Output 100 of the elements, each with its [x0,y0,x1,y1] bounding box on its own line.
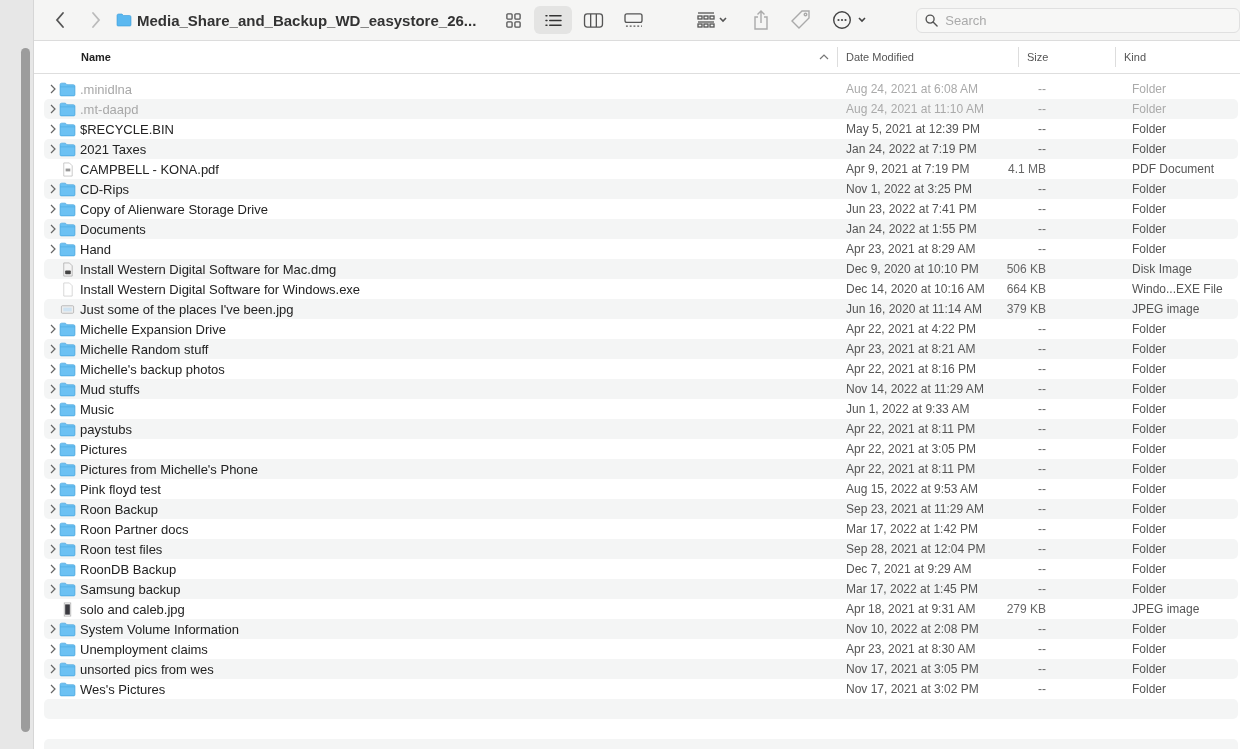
file-row[interactable]: Michelle Random stuff Apr 23, 2021 at 8:21 AM -- Folder [44,339,1238,359]
file-row[interactable]: CAMPBELL - KONA.pdf Apr 9, 2021 at 7:19 PM 4.1 MB PDF Document [44,159,1238,179]
file-size: -- [1037,542,1046,556]
file-size: -- [1037,642,1046,656]
file-kind: Folder [1132,202,1166,216]
file-row[interactable]: Michelle Expansion Drive Apr 22, 2021 at 4:22 PM -- Folder [44,319,1238,339]
file-kind: JPEG image [1132,302,1200,316]
date-modified: Apr 22, 2021 at 8:16 PM [846,362,978,376]
file-kind: Folder [1132,682,1166,696]
file-row[interactable]: Just some of the places I've been.jpg Jun 16, 2020 at 11:14 AM 379 KB JPEG image [44,299,1238,319]
file-row[interactable]: CD-Rips Nov 1, 2022 at 3:25 PM -- Folder [44,179,1238,199]
file-name: Roon Backup [80,501,159,517]
file-name: Roon Partner docs [80,521,189,537]
scrollbar-thumb[interactable] [21,48,30,732]
file-size: -- [1037,622,1046,636]
column-header[interactable]: Name [34,47,838,67]
columns-icon [582,11,604,29]
file-kind: Folder [1132,562,1166,576]
file-row[interactable]: Samsung backup Mar 17, 2022 at 1:45 PM -- Folder [44,579,1238,599]
file-name: Music [80,401,114,417]
file-row[interactable]: RoonDB Backup Dec 7, 2021 at 9:29 AM -- Folder [44,559,1238,579]
list-view-button[interactable] [534,6,573,34]
date-modified: May 5, 2021 at 12:39 PM [846,122,982,136]
file-name: Documents [80,221,146,237]
file-size: -- [1037,442,1046,456]
file-row[interactable]: Roon Partner docs Mar 17, 2022 at 1:42 PM -- Folder [44,519,1238,539]
file-name: paystubs [80,421,133,437]
file-size: -- [1037,662,1046,676]
file-row[interactable]: paystubs Apr 22, 2021 at 8:11 PM -- Folder [44,419,1238,439]
file-kind: Folder [1132,502,1166,516]
file-kind: Folder [1132,402,1166,416]
more-menu-icon[interactable] [832,10,869,30]
folder-icon [59,241,76,257]
file-kind: Folder [1132,322,1166,336]
file-row[interactable]: Documents Jan 24, 2022 at 1:55 PM -- Folder [44,219,1238,239]
file-row[interactable]: Roon test files Sep 28, 2021 at 12:04 PM -- Folder [44,539,1238,559]
date-modified: Jun 1, 2022 at 9:33 AM [846,402,971,416]
date-modified: Jun 16, 2020 at 11:14 AM [846,302,983,316]
file-row[interactable]: Michelle's backup photos Apr 22, 2021 at 8:16 PM -- Folder [44,359,1238,379]
file-kind: Folder [1132,622,1166,636]
file-row[interactable]: Copy of Alienware Storage Drive Jun 23, 2022 at 7:41 PM -- Folder [44,199,1238,219]
file-size: -- [1037,362,1046,376]
folder-icon [59,661,76,677]
file-row[interactable]: Wes's Pictures Nov 17, 2021 at 3:02 PM -- Folder [44,679,1238,699]
file-name: 2021 Taxes [80,141,147,157]
date-modified: Apr 22, 2021 at 3:05 PM [846,442,978,456]
date-modified: Apr 22, 2021 at 4:22 PM [846,322,978,336]
folder-icon [59,561,76,577]
file-kind: Folder [1132,242,1166,256]
date-modified: Apr 23, 2021 at 8:21 AM [846,342,977,356]
folder-icon [59,201,76,217]
folder-icon [59,461,76,477]
date-modified: Jun 23, 2022 at 7:41 PM [846,202,978,216]
file-row[interactable]: $RECYCLE.BIN May 5, 2021 at 12:39 PM -- Folder [44,119,1238,139]
file-row[interactable]: Hand Apr 23, 2021 at 8:29 AM -- Folder [44,239,1238,259]
date-modified: Nov 14, 2022 at 11:29 AM [846,382,985,396]
back-icon[interactable] [54,11,66,29]
date-modified: Apr 18, 2021 at 9:31 AM [846,602,977,616]
file-kind: Folder [1132,222,1166,236]
file-row[interactable]: 2021 Taxes Jan 24, 2022 at 7:19 PM -- Folder [44,139,1238,159]
file-kind: Disk Image [1132,262,1193,276]
file-row[interactable]: solo and caleb.jpg Apr 18, 2021 at 9:31 AM 279 KB JPEG image [44,599,1238,619]
date-modified: Aug 15, 2022 at 9:53 AM [846,482,980,496]
file-row[interactable]: Pictures from Michelle's Phone Apr 22, 2021 at 8:11 PM -- Folder [44,459,1238,479]
file-row[interactable]: Install Western Digital Software for Mac.dmg Dec 9, 2020 at 10:10 PM 506 KB Disk Image [44,259,1238,279]
file-row[interactable]: Mud stuffs Nov 14, 2022 at 11:29 AM -- Folder [44,379,1238,399]
file-name: Roon test files [80,541,163,557]
file-size: 4.1 MB [1007,162,1046,176]
file-row[interactable]: Pictures Apr 22, 2021 at 3:05 PM -- Folder [44,439,1238,459]
file-kind: Folder [1132,462,1166,476]
file-name: CD-Rips [80,181,130,197]
file-row[interactable]: System Volume Information Nov 10, 2022 at 2:08 PM -- Folder [44,619,1238,639]
file-row[interactable]: unsorted pics from wes Nov 17, 2021 at 3:05 PM -- Folder [44,659,1238,679]
date-modified: Aug 24, 2021 at 11:10 AM [846,102,985,116]
folder-icon [59,101,76,117]
folder-icon [59,321,76,337]
column-header[interactable]: Date Modified [838,47,1019,67]
file-size: -- [1037,402,1046,416]
date-modified: Apr 23, 2021 at 8:30 AM [846,642,977,656]
date-modified: Nov 10, 2022 at 2:08 PM [846,622,980,636]
date-modified: Dec 14, 2020 at 10:16 AM [846,282,986,296]
column-header[interactable]: Kind [1116,47,1147,67]
file-row[interactable]: Install Western Digital Software for Windows.exe Dec 14, 2020 at 10:16 AM 664 KB Windo...EXE File [44,279,1238,299]
file-row[interactable]: Music Jun 1, 2022 at 9:33 AM -- Folder [44,399,1238,419]
date-modified: Aug 24, 2021 at 6:08 AM [846,82,980,96]
file-row[interactable]: Roon Backup Sep 23, 2021 at 11:29 AM -- Folder [44,499,1238,519]
file-size: -- [1037,522,1046,536]
file-kind: Folder [1132,142,1166,156]
search-field[interactable]: Search [916,7,1240,33]
file-row[interactable]: Unemployment claims Apr 23, 2021 at 8:30 AM -- Folder [44,639,1238,659]
file-row[interactable]: Pink floyd test Aug 15, 2022 at 9:53 AM -- Folder [44,479,1238,499]
folder-icon [59,581,76,597]
file-name: solo and caleb.jpg [80,601,185,617]
file-size: -- [1037,382,1046,396]
folder-icon [59,341,76,357]
date-modified: Nov 17, 2021 at 3:05 PM [846,662,980,676]
file-kind: Folder [1132,662,1166,676]
file-name: Michelle Expansion Drive [80,321,226,337]
file-kind: JPEG image [1132,602,1200,616]
column-header[interactable]: Size [1019,47,1116,67]
